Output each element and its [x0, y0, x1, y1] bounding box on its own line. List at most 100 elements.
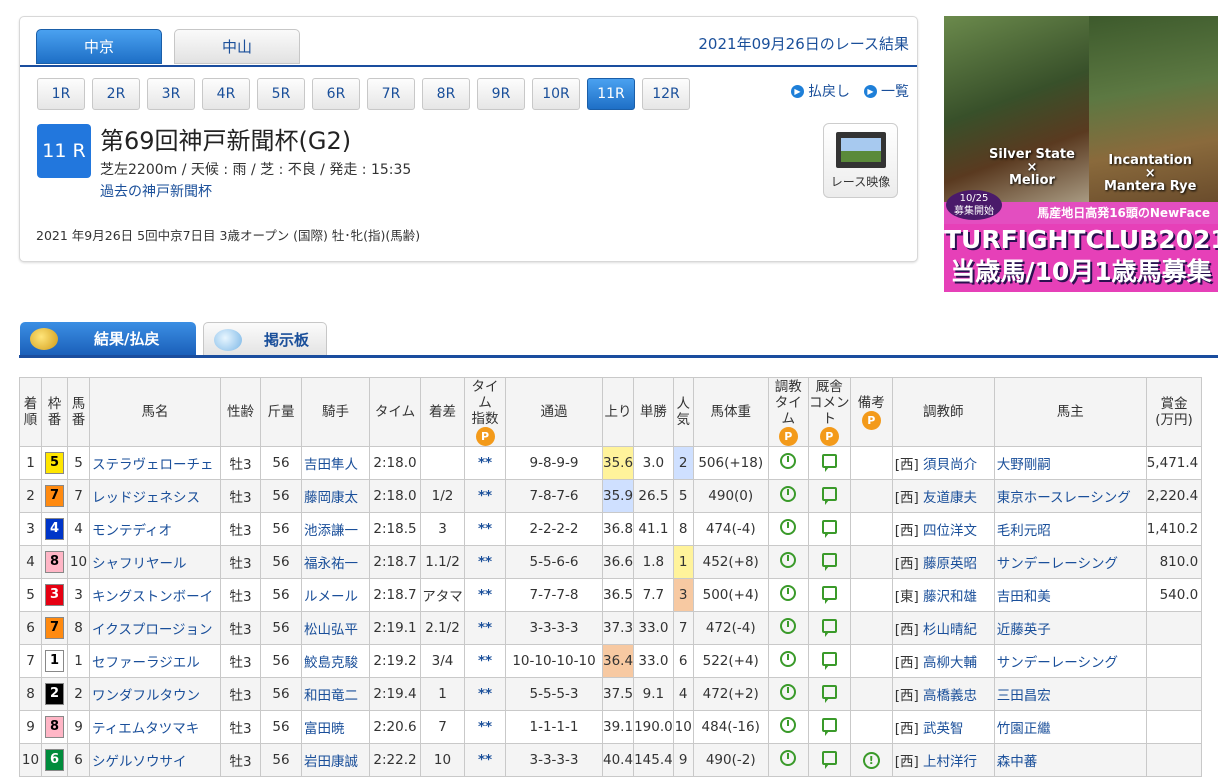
horse-link[interactable]: イクスプロージョン [92, 622, 213, 638]
trainer-link[interactable]: 藤沢和雄 [923, 589, 977, 605]
venue-tab-chukyo[interactable]: 中京 [36, 29, 162, 64]
refund-link[interactable]: ▶ 払戻し [791, 81, 850, 101]
owner-link[interactable]: 近藤英子 [997, 622, 1051, 638]
clock-icon[interactable] [780, 717, 797, 733]
time-index-link[interactable]: ** [478, 719, 492, 735]
horse-name: ティエムタツマキ [89, 710, 221, 744]
jockey-link[interactable]: 池添謙一 [304, 523, 358, 539]
clock-icon[interactable] [780, 684, 797, 700]
jockey-link[interactable]: ルメール [304, 589, 358, 605]
premium-p-icon[interactable]: P [778, 426, 798, 446]
horse-link[interactable]: セファーラジエル [92, 655, 200, 671]
race-tab-1r[interactable]: 1R [37, 78, 85, 110]
jockey-link[interactable]: 和田竜二 [304, 688, 358, 704]
comment-icon[interactable] [821, 487, 837, 505]
premium-p-icon[interactable]: P [819, 426, 839, 446]
horse-link[interactable]: キングストンボーイ [92, 589, 213, 605]
time-index-link[interactable]: ** [478, 653, 492, 669]
owner-link[interactable]: 竹園正繼 [997, 721, 1051, 737]
owner-link[interactable]: 毛利元昭 [997, 523, 1051, 539]
horse-link[interactable]: ワンダフルタウン [92, 688, 200, 704]
time-index-link[interactable]: ** [478, 521, 492, 537]
race-tab-11r[interactable]: 11R [587, 78, 635, 110]
race-tab-5r[interactable]: 5R [257, 78, 305, 110]
owner-link[interactable]: サンデーレーシング [997, 556, 1118, 572]
clock-icon[interactable] [780, 486, 797, 502]
popularity: 4 [672, 677, 694, 711]
race-tab-9r[interactable]: 9R [477, 78, 525, 110]
jockey-link[interactable]: 鮫島克駿 [304, 655, 358, 671]
time-index-link[interactable]: ** [478, 752, 492, 768]
comment-icon[interactable] [821, 454, 837, 472]
comment-icon[interactable] [821, 520, 837, 538]
owner-link[interactable]: 大野剛嗣 [997, 457, 1051, 473]
time-index-link[interactable]: ** [478, 686, 492, 702]
owner-link[interactable]: 森中蕃 [997, 754, 1038, 770]
race-tab-12r[interactable]: 12R [642, 78, 690, 110]
jockey-link[interactable]: 岩田康誠 [304, 754, 358, 770]
clock-icon[interactable] [780, 651, 797, 667]
time-index-link[interactable]: ** [478, 488, 492, 504]
owner-link[interactable]: サンデーレーシング [997, 655, 1118, 671]
race-video-button[interactable]: レース映像 [823, 123, 898, 198]
trainer-link[interactable]: 藤原英昭 [923, 556, 977, 572]
race-tab-7r[interactable]: 7R [367, 78, 415, 110]
comment-icon[interactable] [821, 718, 837, 736]
race-tab-4r[interactable]: 4R [202, 78, 250, 110]
comment-icon[interactable] [821, 751, 837, 769]
past-races-link[interactable]: 過去の神戸新聞杯 [100, 181, 212, 201]
stable-comment [807, 545, 851, 579]
trainer-link[interactable]: 須貝尚介 [923, 457, 977, 473]
horse-link[interactable]: シャフリヤール [92, 556, 187, 572]
time-index-link[interactable]: ** [478, 554, 492, 570]
time-index-link[interactable]: ** [478, 587, 492, 603]
horse-link[interactable]: シゲルソウサイ [92, 754, 187, 770]
jockey-link[interactable]: 富田暁 [304, 721, 345, 737]
race-tab-6r[interactable]: 6R [312, 78, 360, 110]
time-index-link[interactable]: ** [478, 455, 492, 471]
clock-icon[interactable] [780, 519, 797, 535]
clock-icon[interactable] [780, 750, 797, 766]
owner-link[interactable]: 東京ホースレーシング [997, 490, 1131, 506]
clock-icon[interactable] [780, 585, 797, 601]
clock-icon[interactable] [780, 618, 797, 634]
jockey-link[interactable]: 藤岡康太 [304, 490, 358, 506]
clock-icon[interactable] [780, 453, 797, 469]
race-tab-8r[interactable]: 8R [422, 78, 470, 110]
jockey-link[interactable]: 福永祐一 [304, 556, 358, 572]
comment-icon[interactable] [821, 619, 837, 637]
trainer-link[interactable]: 武英智 [923, 721, 964, 737]
owner-link[interactable]: 吉田和美 [997, 589, 1051, 605]
ad-banner[interactable]: Silver State × Melior Incantation × Mantera … [944, 16, 1218, 292]
horse-link[interactable]: ステラヴェローチェ [92, 457, 214, 473]
trainer-link[interactable]: 高橋義忠 [923, 688, 977, 704]
jockey-link[interactable]: 吉田隼人 [304, 457, 358, 473]
horse-link[interactable]: レッドジェネシス [92, 490, 200, 506]
header-label: 枠番 [47, 396, 62, 428]
comment-icon[interactable] [821, 685, 837, 703]
race-tab-2r[interactable]: 2R [92, 78, 140, 110]
tab-message-board[interactable]: 掲示板 [203, 322, 327, 356]
horse-link[interactable]: モンテディオ [92, 523, 172, 539]
tab-results-payout[interactable]: 結果/払戻 [20, 322, 196, 356]
comment-icon[interactable] [821, 652, 837, 670]
jockey-link[interactable]: 松山弘平 [304, 622, 358, 638]
trainer-link[interactable]: 杉山晴紀 [923, 622, 977, 638]
race-tab-10r[interactable]: 10R [532, 78, 580, 110]
race-tab-3r[interactable]: 3R [147, 78, 195, 110]
time-index-link[interactable]: ** [478, 620, 492, 636]
alert-icon[interactable]: ! [862, 751, 880, 769]
comment-icon[interactable] [821, 553, 837, 571]
clock-icon[interactable] [780, 552, 797, 568]
premium-p-icon[interactable]: P [475, 426, 495, 446]
trainer-link[interactable]: 友道康夫 [923, 490, 977, 506]
trainer-link[interactable]: 高柳大輔 [923, 655, 977, 671]
trainer-link[interactable]: 四位洋文 [923, 523, 977, 539]
owner-link[interactable]: 三田昌宏 [997, 688, 1051, 704]
venue-tab-nakayama[interactable]: 中山 [174, 29, 300, 64]
horse-link[interactable]: ティエムタツマキ [92, 721, 199, 737]
premium-p-icon[interactable]: P [861, 410, 881, 430]
list-link[interactable]: ▶ 一覧 [864, 81, 909, 101]
trainer-link[interactable]: 上村洋行 [923, 754, 977, 770]
comment-icon[interactable] [821, 586, 837, 604]
